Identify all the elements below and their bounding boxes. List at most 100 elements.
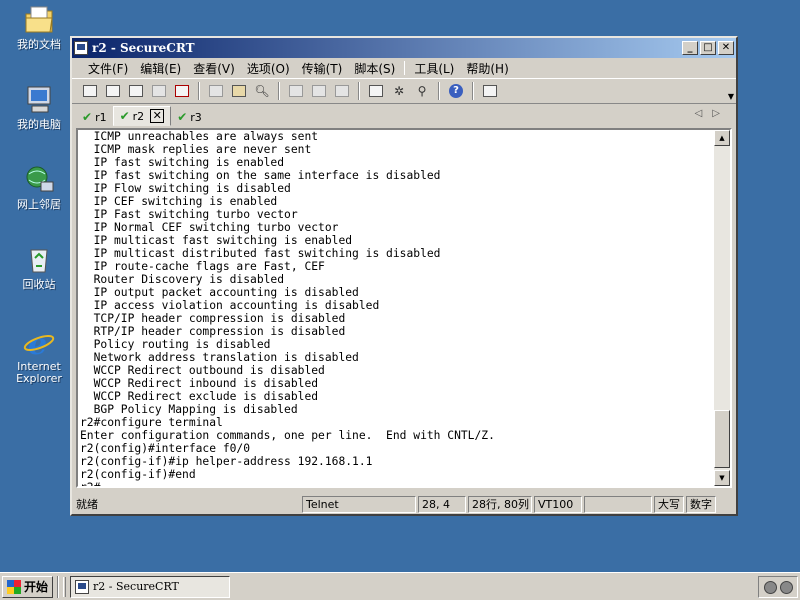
tab-r2[interactable]: ✔ r2 ✕: [112, 106, 172, 126]
menu-edit[interactable]: 编辑(E): [134, 60, 187, 77]
taskbar-grip[interactable]: [63, 576, 67, 597]
status-caps-lock: 大写: [654, 495, 684, 513]
securecrt-app-icon: [74, 41, 88, 55]
connect-tab-icon[interactable]: [126, 82, 146, 100]
start-label: 开始: [24, 580, 49, 594]
menu-help[interactable]: 帮助(H): [460, 60, 514, 77]
key-icon[interactable]: ⚲: [412, 82, 432, 100]
terminal-line: IP CEF switching is enabled: [80, 195, 278, 208]
toolbar-separator: [278, 82, 280, 100]
quick-connect-icon[interactable]: [103, 82, 123, 100]
disconnect-icon[interactable]: [172, 82, 192, 100]
print-selection-icon[interactable]: [309, 82, 329, 100]
desktop-icon-label: 我的文档: [17, 38, 61, 51]
recycle-bin-icon: [23, 244, 55, 276]
menu-options[interactable]: 选项(O): [241, 60, 296, 77]
tab-label: r2: [132, 109, 145, 123]
terminal-line: WCCP Redirect inbound is disabled: [80, 377, 319, 390]
scroll-thumb[interactable]: [714, 410, 730, 468]
terminal-line: r2(config)#interface f0/0: [80, 442, 251, 455]
maximize-button[interactable]: □: [700, 41, 716, 55]
scroll-up-icon[interactable]: ▲: [714, 130, 730, 146]
tray-network-icon[interactable]: [779, 580, 793, 594]
toolbar-overflow-icon[interactable]: ▼: [728, 92, 734, 101]
global-options-icon[interactable]: ✲: [389, 82, 409, 100]
close-button[interactable]: ✕: [718, 41, 734, 55]
desktop-icon-my-computer[interactable]: 我的电脑: [8, 84, 70, 131]
tab-label: r1: [95, 110, 107, 124]
tab-r1[interactable]: ✔ r1: [76, 108, 113, 126]
desktop-icon-recycle-bin[interactable]: 回收站: [8, 244, 70, 291]
computer-icon: [23, 84, 55, 116]
status-num-lock: 数字: [686, 495, 716, 513]
terminal-line: Router Discovery is disabled: [80, 273, 285, 286]
terminal-line: r2#: [80, 481, 101, 488]
toolbar-separator: [358, 82, 360, 100]
keymap-icon[interactable]: [480, 82, 500, 100]
menu-script[interactable]: 脚本(S): [348, 60, 401, 77]
printer-setup-icon[interactable]: [332, 82, 352, 100]
title-bar[interactable]: r2 - SecureCRT _ □ ✕: [72, 38, 736, 58]
terminal-line: r2(config-if)#ip helper-address 192.168.…: [80, 455, 373, 468]
connected-check-icon: ✔: [82, 110, 93, 124]
tray-volume-icon[interactable]: [763, 580, 777, 594]
paste-icon[interactable]: [229, 82, 249, 100]
menu-tools[interactable]: 工具(L): [408, 60, 460, 77]
terminal-line: Enter configuration commands, one per li…: [80, 429, 495, 442]
menu-file[interactable]: 文件(F): [82, 60, 134, 77]
desktop-icon-my-documents[interactable]: 我的文档: [8, 4, 70, 51]
copy-icon[interactable]: [206, 82, 226, 100]
tab-r3[interactable]: ✔ r3: [171, 108, 208, 126]
start-button[interactable]: 开始: [2, 575, 54, 598]
desktop-icon-internet-explorer[interactable]: e Internet Explorer: [8, 326, 70, 385]
terminal-line: IP Flow switching is disabled: [80, 182, 291, 195]
terminal-line: IP fast switching is enabled: [80, 156, 285, 169]
desktop-icon-label: 我的电脑: [17, 118, 61, 131]
terminal-line: TCP/IP header compression is disabled: [80, 312, 346, 325]
tab-scroll-right-icon[interactable]: ▷: [712, 108, 730, 119]
tab-scroll-left-icon[interactable]: ◁: [695, 108, 713, 119]
securecrt-window[interactable]: r2 - SecureCRT _ □ ✕ 文件(F) 编辑(E) 查看(V) 选…: [70, 36, 738, 516]
help-icon[interactable]: ?: [446, 82, 466, 100]
status-cursor-position: 28, 4: [418, 495, 466, 513]
terminal-line: r2(config-if)#end: [80, 468, 196, 481]
desktop-icon-network[interactable]: 网上邻居: [8, 164, 70, 211]
terminal-line: WCCP Redirect exclude is disabled: [80, 390, 319, 403]
tab-label: r3: [190, 110, 202, 124]
network-icon: [23, 164, 55, 196]
desktop-icon-label: Internet Explorer: [16, 360, 62, 385]
terminal-line: WCCP Redirect outbound is disabled: [80, 364, 325, 377]
terminal-line: RTP/IP header compression is disabled: [80, 325, 346, 338]
taskbar-item-securecrt[interactable]: r2 - SecureCRT: [70, 575, 231, 598]
toolbar: 🔍︎ ✲ ⚲ ? ▼: [72, 78, 736, 104]
terminal-line: ICMP unreachables are always sent: [80, 130, 319, 143]
terminal-line: IP multicast fast switching is enabled: [80, 234, 353, 247]
terminal-line: ICMP mask replies are never sent: [80, 143, 312, 156]
window-title: r2 - SecureCRT: [92, 41, 195, 55]
windows-logo-icon: [7, 579, 21, 594]
find-icon[interactable]: 🔍︎: [252, 82, 272, 100]
taskbar-item-label: r2 - SecureCRT: [93, 580, 179, 593]
reconnect-icon[interactable]: [149, 82, 169, 100]
vertical-scrollbar[interactable]: ▲ ▼: [714, 130, 730, 486]
terminal-line: IP access violation accounting is disabl…: [80, 299, 380, 312]
terminal-line: IP Fast switching turbo vector: [80, 208, 298, 221]
session-options-icon[interactable]: [366, 82, 386, 100]
session-tabs: ✔ r1 ✔ r2 ✕ ✔ r3 ◁▷: [72, 104, 736, 126]
taskbar-separator: [57, 575, 60, 598]
minimize-button[interactable]: _: [682, 41, 698, 55]
menu-transfer[interactable]: 传输(T): [296, 60, 349, 77]
desktop-icon-label: 网上邻居: [17, 198, 61, 211]
terminal-line: Network address translation is disabled: [80, 351, 359, 364]
scroll-down-icon[interactable]: ▼: [714, 470, 730, 486]
terminal-line: IP multicast distributed fast switching …: [80, 247, 441, 260]
terminal-output: ICMP unreachables are always sent ICMP m…: [80, 130, 718, 488]
close-tab-icon[interactable]: ✕: [150, 109, 165, 123]
taskbar: 开始 r2 - SecureCRT: [0, 572, 800, 600]
desktop-icon-label: 回收站: [22, 278, 56, 291]
print-icon[interactable]: [286, 82, 306, 100]
connect-icon[interactable]: [80, 82, 100, 100]
terminal-line: IP route-cache flags are Fast, CEF: [80, 260, 325, 273]
terminal-view[interactable]: ICMP unreachables are always sent ICMP m…: [76, 128, 732, 488]
menu-view[interactable]: 查看(V): [187, 60, 241, 77]
